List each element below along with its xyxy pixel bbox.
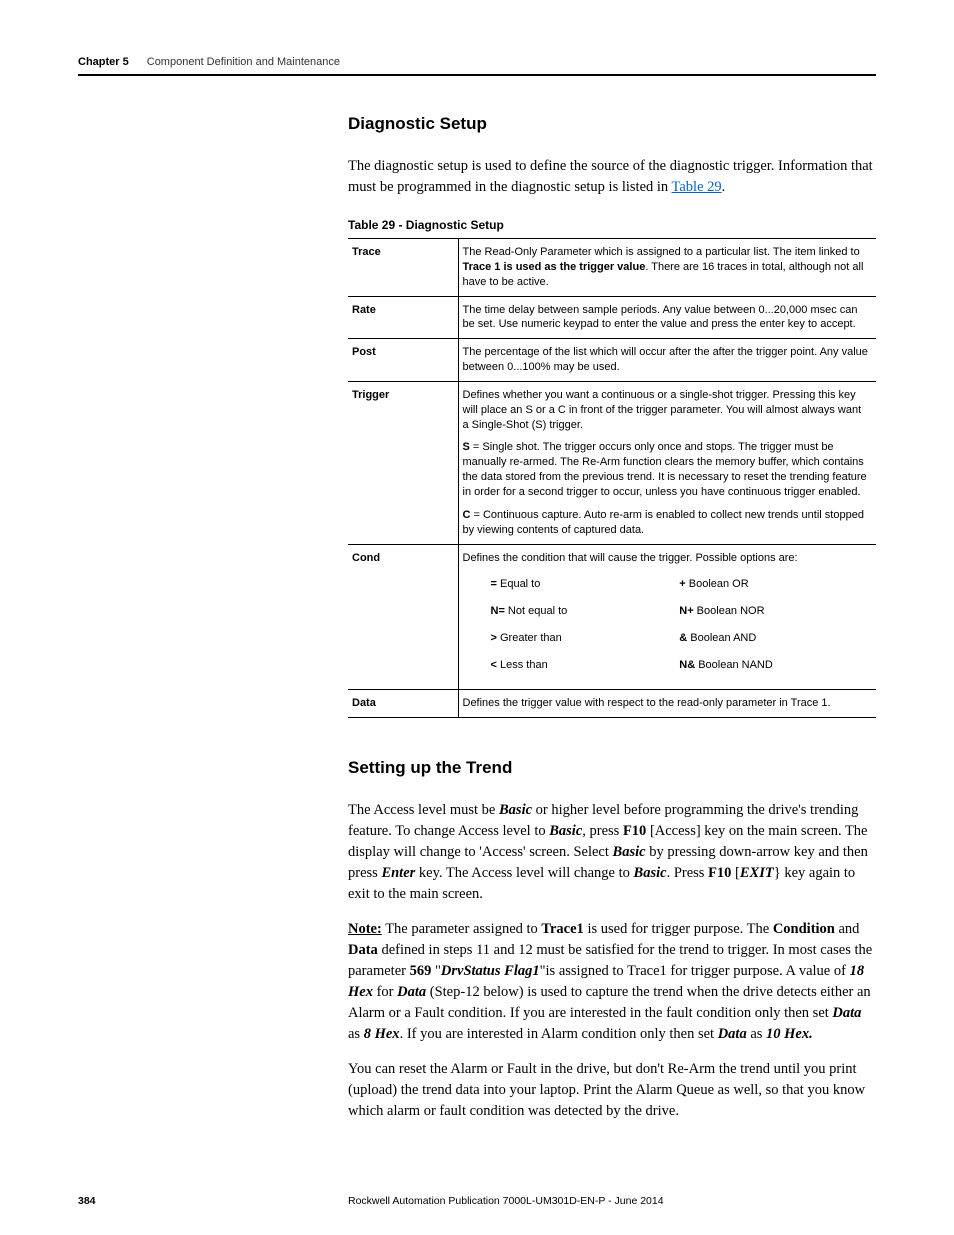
- page-header: Chapter 5 Component Definition and Maint…: [78, 56, 876, 76]
- cond-option: N& Boolean NAND: [679, 658, 868, 673]
- trend-p2: Note: The parameter assigned to Trace1 i…: [348, 919, 876, 1045]
- cond-option: = Equal to: [491, 577, 680, 592]
- table-row: Trace The Read-Only Parameter which is a…: [348, 239, 876, 297]
- chapter-label: Chapter 5: [78, 56, 129, 68]
- cond-option: N= Not equal to: [491, 604, 680, 619]
- section-title-diagnostic: Diagnostic Setup: [348, 114, 876, 134]
- row-desc-data: Defines the trigger value with respect t…: [458, 689, 876, 717]
- row-label-rate: Rate: [348, 296, 458, 339]
- row-desc-trigger: Defines whether you want a continuous or…: [458, 381, 876, 544]
- diagnostic-intro: The diagnostic setup is used to define t…: [348, 156, 876, 198]
- cond-option: > Greater than: [491, 631, 680, 646]
- row-label-trace: Trace: [348, 239, 458, 297]
- table-row: Post The percentage of the list which wi…: [348, 339, 876, 382]
- cond-option: < Less than: [491, 658, 680, 673]
- row-label-data: Data: [348, 689, 458, 717]
- main-content: Diagnostic Setup The diagnostic setup is…: [348, 114, 876, 1122]
- intro-text-pre: The diagnostic setup is used to define t…: [348, 158, 873, 195]
- table-row: Rate The time delay between sample perio…: [348, 296, 876, 339]
- cond-option: N+ Boolean NOR: [679, 604, 868, 619]
- row-label-trigger: Trigger: [348, 381, 458, 544]
- table-29-caption: Table 29 - Diagnostic Setup: [348, 218, 876, 232]
- row-desc-cond: Defines the condition that will cause th…: [458, 544, 876, 689]
- cond-option: + Boolean OR: [679, 577, 868, 592]
- trend-p3: You can reset the Alarm or Fault in the …: [348, 1059, 876, 1122]
- row-label-cond: Cond: [348, 544, 458, 689]
- page-number: 384: [78, 1195, 348, 1207]
- table-row: Trigger Defines whether you want a conti…: [348, 381, 876, 544]
- row-desc-post: The percentage of the list which will oc…: [458, 339, 876, 382]
- table-row: Data Defines the trigger value with resp…: [348, 689, 876, 717]
- table-row: Cond Defines the condition that will cau…: [348, 544, 876, 689]
- table-29-link[interactable]: Table 29: [672, 179, 722, 195]
- row-desc-trace: The Read-Only Parameter which is assigne…: [458, 239, 876, 297]
- cond-option: & Boolean AND: [679, 631, 868, 646]
- row-desc-rate: The time delay between sample periods. A…: [458, 296, 876, 339]
- row-label-post: Post: [348, 339, 458, 382]
- section-title-trend: Setting up the Trend: [348, 758, 876, 778]
- chapter-title: Component Definition and Maintenance: [147, 56, 340, 68]
- cond-options-grid: = Equal to + Boolean OR N= Not equal to …: [491, 577, 869, 672]
- diagnostic-setup-table: Trace The Read-Only Parameter which is a…: [348, 238, 876, 718]
- intro-text-post: .: [722, 179, 726, 195]
- trend-p1: The Access level must be Basic or higher…: [348, 800, 876, 905]
- page-footer: 384 Rockwell Automation Publication 7000…: [78, 1195, 876, 1207]
- publication-id: Rockwell Automation Publication 7000L-UM…: [348, 1195, 876, 1207]
